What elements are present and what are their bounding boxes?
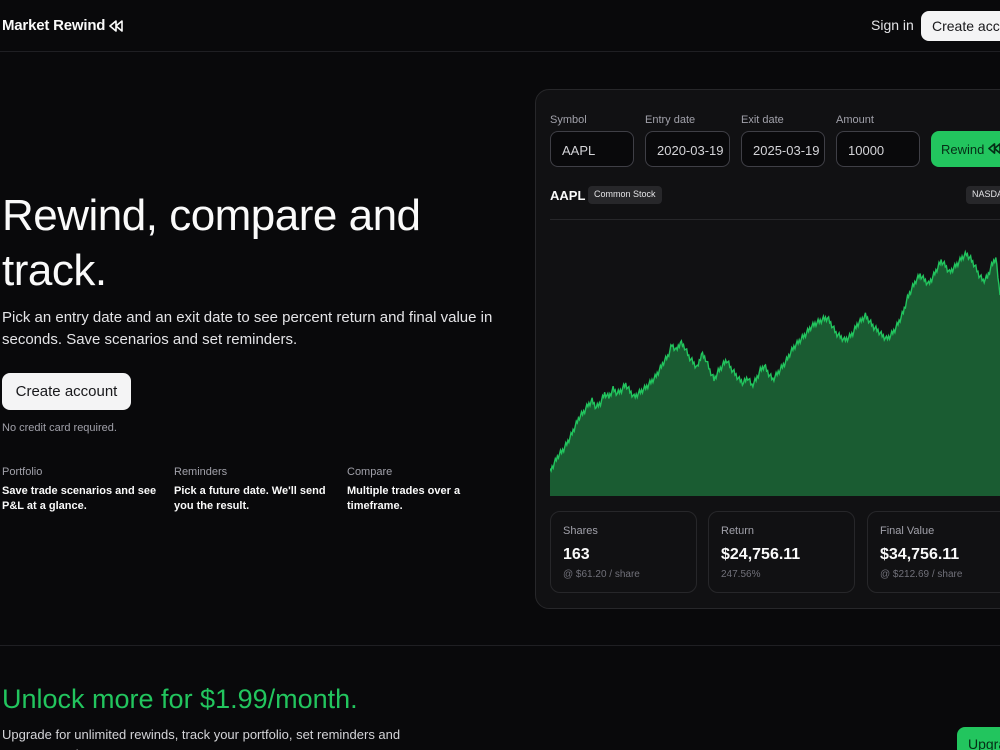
price-chart[interactable]: [550, 220, 1000, 496]
stat-sub: @ $212.69 / share: [880, 569, 963, 580]
no-credit-card-note: No credit card required.: [2, 422, 117, 434]
security-type-badge: Common Stock: [588, 186, 662, 204]
upsell-text: Upgrade for unlimited rewinds, track you…: [2, 727, 401, 750]
exit-date-input[interactable]: 2025-03-19: [741, 131, 825, 167]
feature-reminders: Reminders Pick a future date. We'll send…: [174, 466, 334, 514]
stat-value: $34,756.11: [880, 546, 960, 563]
stat-sub: 247.56%: [721, 569, 761, 580]
symbol-input[interactable]: AAPL: [550, 131, 634, 167]
stat-value: $24,756.11: [721, 546, 801, 563]
stat-label: Return: [721, 525, 755, 537]
brand-logo[interactable]: Market Rewind: [2, 17, 124, 34]
upsell-title: Unlock more for $1.99/month.: [2, 684, 358, 714]
chart-symbol: AAPL: [550, 188, 586, 203]
feature-title: Reminders: [174, 466, 228, 478]
brand-name: Market Rewind: [2, 17, 106, 34]
feature-portfolio: Portfolio Save trade scenarios and see P…: [2, 466, 162, 514]
entry-date-label: Entry date: [645, 114, 696, 126]
create-account-header-button[interactable]: Create account: [921, 11, 1000, 41]
hero-title: Rewind, compare and track.: [2, 191, 421, 295]
stat-label: Final Value: [880, 525, 935, 537]
exchange-badge: NASDAQ: [966, 186, 1000, 204]
section-divider: [0, 645, 1000, 646]
rewind-button[interactable]: Rewind: [931, 131, 1000, 167]
rewind-card: Symbol AAPL Entry date 2020-03-19 Exit d…: [535, 89, 1000, 609]
rewind-button-label: Rewind: [941, 142, 985, 157]
feature-title: Compare: [347, 466, 393, 478]
rewind-icon: [109, 19, 124, 32]
stat-label: Shares: [563, 525, 598, 537]
stat-value: 163: [563, 546, 590, 563]
create-account-button[interactable]: Create account: [2, 373, 131, 410]
amount-input[interactable]: 10000: [836, 131, 920, 167]
stat-sub: @ $61.20 / share: [563, 569, 640, 580]
symbol-label: Symbol: [550, 114, 587, 126]
top-nav: Market Rewind Sign in Create account: [0, 0, 1000, 52]
entry-date-input[interactable]: 2020-03-19: [645, 131, 730, 167]
feature-desc: Multiple trades over a timeframe.: [347, 485, 461, 512]
feature-desc: Pick a future date. We'll send you the r…: [174, 485, 326, 512]
stat-return: Return $24,756.11 247.56%: [708, 511, 855, 593]
feature-desc: Save trade scenarios and see P&L at a gl…: [2, 485, 157, 512]
exit-date-label: Exit date: [741, 114, 784, 126]
hero-subtitle: Pick an entry date and an exit date to s…: [2, 309, 493, 348]
upgrade-button[interactable]: Upgrade: [957, 727, 1000, 750]
stat-shares: Shares 163 @ $61.20 / share: [550, 511, 697, 593]
amount-label: Amount: [836, 114, 874, 126]
sign-in-link[interactable]: Sign in: [871, 17, 914, 33]
feature-title: Portfolio: [2, 466, 43, 478]
rewind-icon: [988, 143, 1000, 154]
stat-final-value: Final Value $34,756.11 @ $212.69 / share: [867, 511, 1000, 593]
feature-compare: Compare Multiple trades over a timeframe…: [347, 466, 477, 514]
